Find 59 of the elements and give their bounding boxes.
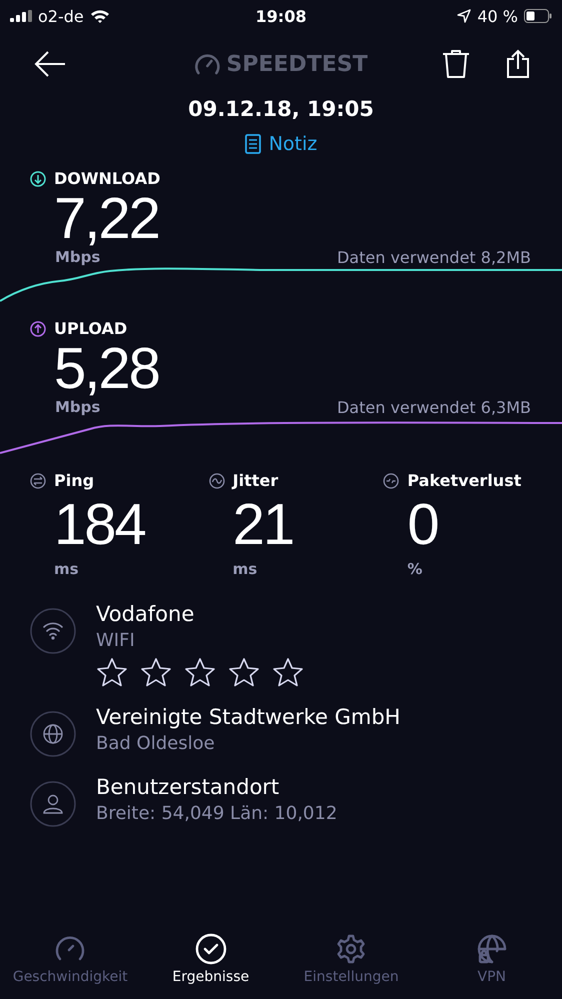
up-arrow-circle-icon bbox=[30, 320, 46, 336]
app-logo: SPEEDTEST bbox=[226, 52, 368, 76]
nav-tab[interactable]: Geschwindigkeit bbox=[0, 933, 140, 999]
person-circle-icon bbox=[30, 781, 76, 827]
gauge-icon bbox=[194, 53, 220, 75]
ping-icon bbox=[30, 472, 46, 488]
star-rating[interactable] bbox=[96, 657, 304, 687]
note-icon bbox=[244, 134, 261, 154]
location-arrow-icon bbox=[457, 9, 472, 23]
metric-value: 21 bbox=[232, 496, 294, 554]
detail-subtitle: WIFI bbox=[96, 630, 136, 651]
speed-value: 5,28 bbox=[53, 340, 160, 398]
speed-unit: Mbps bbox=[55, 248, 100, 267]
metric-value: 184 bbox=[53, 496, 146, 554]
star-icon[interactable] bbox=[228, 657, 260, 687]
share-icon[interactable] bbox=[506, 49, 530, 79]
detail-subtitle: Breite: 54,049 Län: 10,012 bbox=[96, 803, 338, 824]
loss-icon bbox=[383, 472, 400, 488]
globe-lock-icon bbox=[476, 933, 508, 965]
detail-title: Vereinigte Stadtwerke GmbH bbox=[96, 705, 400, 729]
battery-percent: 40 % bbox=[477, 6, 518, 26]
star-icon[interactable] bbox=[184, 657, 216, 687]
metric-label: Paketverlust bbox=[407, 471, 522, 490]
jitter-icon bbox=[208, 472, 225, 488]
speed-label: UPLOAD bbox=[54, 319, 128, 338]
wifi-circle-icon bbox=[30, 608, 76, 654]
detail-title: Benutzerstandort bbox=[96, 775, 280, 799]
checkmark-circle-icon bbox=[194, 933, 227, 965]
star-icon[interactable] bbox=[272, 657, 304, 687]
star-icon[interactable] bbox=[96, 657, 128, 687]
speed-value: 7,22 bbox=[53, 190, 160, 248]
nav-tab[interactable]: Ergebnisse bbox=[140, 933, 281, 999]
wifi-icon bbox=[90, 8, 110, 24]
speed-unit: Mbps bbox=[55, 398, 100, 417]
data-used: Daten verwendet 6,3MB bbox=[336, 398, 531, 417]
down-arrow-circle-icon bbox=[30, 170, 46, 186]
speed-label: DOWNLOAD bbox=[54, 169, 160, 188]
clock-time: 19:08 bbox=[256, 6, 306, 26]
nav-tab[interactable]: Einstellungen bbox=[281, 933, 422, 999]
carrier-name: o2-de bbox=[38, 6, 84, 26]
back-arrow-icon[interactable] bbox=[34, 50, 66, 78]
nav-tab[interactable]: VPN bbox=[422, 933, 562, 999]
signal-icon bbox=[10, 10, 32, 22]
result-date: 09.12.18, 19:05 bbox=[187, 97, 375, 121]
metric-value: 0 bbox=[406, 496, 439, 554]
metric-label: Ping bbox=[54, 471, 94, 490]
detail-title: Vodafone bbox=[96, 602, 196, 626]
metric-unit: ms bbox=[53, 560, 80, 578]
note-button[interactable]: Notiz bbox=[244, 133, 318, 155]
metric-unit: % bbox=[406, 560, 424, 578]
detail-subtitle: Bad Oldesloe bbox=[96, 733, 216, 754]
metric-unit: ms bbox=[232, 560, 258, 578]
battery-icon bbox=[524, 9, 552, 23]
star-icon[interactable] bbox=[140, 657, 172, 687]
settings-icon bbox=[335, 933, 368, 965]
trash-icon[interactable] bbox=[442, 49, 470, 79]
metric-label: Jitter bbox=[232, 471, 278, 490]
data-used: Daten verwendet 8,2MB bbox=[336, 248, 531, 267]
globe-circle-icon bbox=[30, 711, 76, 757]
